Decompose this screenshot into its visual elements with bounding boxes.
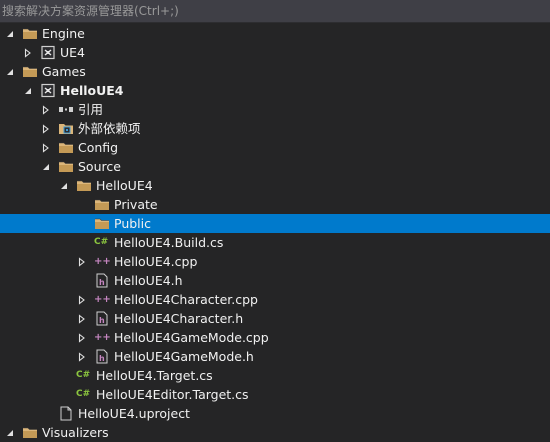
tree-item[interactable]: h HelloUE4.h [0, 271, 550, 290]
tree-item-label: Private [114, 197, 158, 212]
references-icon [58, 102, 74, 117]
tree-item[interactable]: ++ HelloUE4GameMode.cpp [0, 328, 550, 347]
tree-item[interactable]: Config [0, 138, 550, 157]
collapsed-arrow-icon[interactable] [76, 290, 88, 309]
tree-item-label: HelloUE4 [60, 83, 124, 98]
folder-icon [94, 197, 110, 212]
svg-text:h: h [99, 316, 105, 325]
folder-icon [94, 216, 110, 231]
tree-item-label: Public [114, 216, 151, 231]
tree-item[interactable]: Visualizers [0, 423, 550, 442]
tree-item[interactable]: ++ HelloUE4.cpp [0, 252, 550, 271]
tree-item-label: HelloUE4.cpp [114, 254, 198, 269]
folder-icon [22, 26, 38, 41]
expanded-arrow-icon[interactable] [22, 81, 34, 100]
tree-item-label: Games [42, 64, 86, 79]
collapsed-arrow-icon[interactable] [40, 138, 52, 157]
cpp-file-icon: ++ [94, 332, 111, 343]
tree-item[interactable]: C# HelloUE4.Build.cs [0, 233, 550, 252]
collapsed-arrow-icon[interactable] [76, 252, 88, 271]
project-icon [40, 83, 56, 98]
expanded-arrow-icon[interactable] [40, 157, 52, 176]
svg-text:h: h [99, 354, 105, 363]
tree-item-label: Engine [42, 26, 85, 41]
tree-item[interactable]: C# HelloUE4Editor.Target.cs [0, 385, 550, 404]
tree-item-label: HelloUE4.Target.cs [96, 368, 213, 383]
external-dependencies-icon [58, 121, 74, 136]
collapsed-arrow-icon[interactable] [76, 347, 88, 366]
csharp-file-icon: C# [76, 389, 91, 399]
tree-item[interactable]: Source [0, 157, 550, 176]
tree-item[interactable]: h HelloUE4Character.h [0, 309, 550, 328]
tree-item[interactable]: 引用 [0, 100, 550, 119]
tree-item-label: Visualizers [42, 425, 109, 440]
tree-item-label: HelloUE4.h [114, 273, 183, 288]
tree-item-label: HelloUE4GameMode.cpp [114, 330, 269, 345]
folder-icon [58, 140, 74, 155]
header-file-icon: h [94, 349, 110, 364]
expanded-arrow-icon[interactable] [4, 423, 16, 442]
csharp-file-icon: C# [76, 370, 91, 380]
csharp-file-icon: C# [94, 237, 109, 247]
tree-item[interactable]: ++ HelloUE4Character.cpp [0, 290, 550, 309]
expanded-arrow-icon[interactable] [4, 24, 16, 43]
cpp-file-icon: ++ [94, 256, 111, 267]
folder-icon [22, 425, 38, 440]
tree-item-label: UE4 [60, 45, 85, 60]
tree-item-label: 外部依赖项 [78, 121, 141, 136]
tree-item-label: HelloUE4Character.h [114, 311, 244, 326]
tree-item-label: HelloUE4 [96, 178, 153, 193]
tree-item-label: HelloUE4Character.cpp [114, 292, 258, 307]
tree-item[interactable]: HelloUE4.uproject [0, 404, 550, 423]
folder-icon [58, 159, 74, 174]
tree-item[interactable]: HelloUE4 [0, 81, 550, 100]
header-file-icon: h [94, 311, 110, 326]
search-box[interactable]: 搜索解决方案资源管理器(Ctrl+;) [0, 0, 550, 23]
collapsed-arrow-icon[interactable] [40, 100, 52, 119]
tree-item[interactable]: h HelloUE4GameMode.h [0, 347, 550, 366]
svg-text:h: h [99, 278, 105, 287]
header-file-icon: h [94, 273, 110, 288]
tree-item-label: 引用 [78, 102, 104, 117]
folder-icon [76, 178, 92, 193]
tree-item[interactable]: C# HelloUE4.Target.cs [0, 366, 550, 385]
tree-item[interactable]: Public [0, 214, 550, 233]
folder-icon [22, 64, 38, 79]
tree-item[interactable]: Private [0, 195, 550, 214]
tree-item-label: HelloUE4GameMode.h [114, 349, 254, 364]
collapsed-arrow-icon[interactable] [76, 328, 88, 347]
cpp-file-icon: ++ [94, 294, 111, 305]
tree-item[interactable]: Engine [0, 24, 550, 43]
tree-item[interactable]: Games [0, 62, 550, 81]
tree-item-label: HelloUE4.uproject [78, 406, 190, 421]
search-placeholder: 搜索解决方案资源管理器(Ctrl+;) [2, 4, 179, 18]
collapsed-arrow-icon[interactable] [40, 119, 52, 138]
expanded-arrow-icon[interactable] [4, 62, 16, 81]
project-icon [40, 45, 56, 60]
file-icon [58, 406, 74, 421]
collapsed-arrow-icon[interactable] [22, 43, 34, 62]
tree-item[interactable]: UE4 [0, 43, 550, 62]
collapsed-arrow-icon[interactable] [76, 309, 88, 328]
tree-item-label: HelloUE4Editor.Target.cs [96, 387, 249, 402]
tree-item-label: Source [78, 159, 121, 174]
tree-item[interactable]: 外部依赖项 [0, 119, 550, 138]
tree-item[interactable]: HelloUE4 [0, 176, 550, 195]
tree-item-label: HelloUE4.Build.cs [114, 235, 224, 250]
tree-item-label: Config [78, 140, 119, 155]
expanded-arrow-icon[interactable] [58, 176, 70, 195]
